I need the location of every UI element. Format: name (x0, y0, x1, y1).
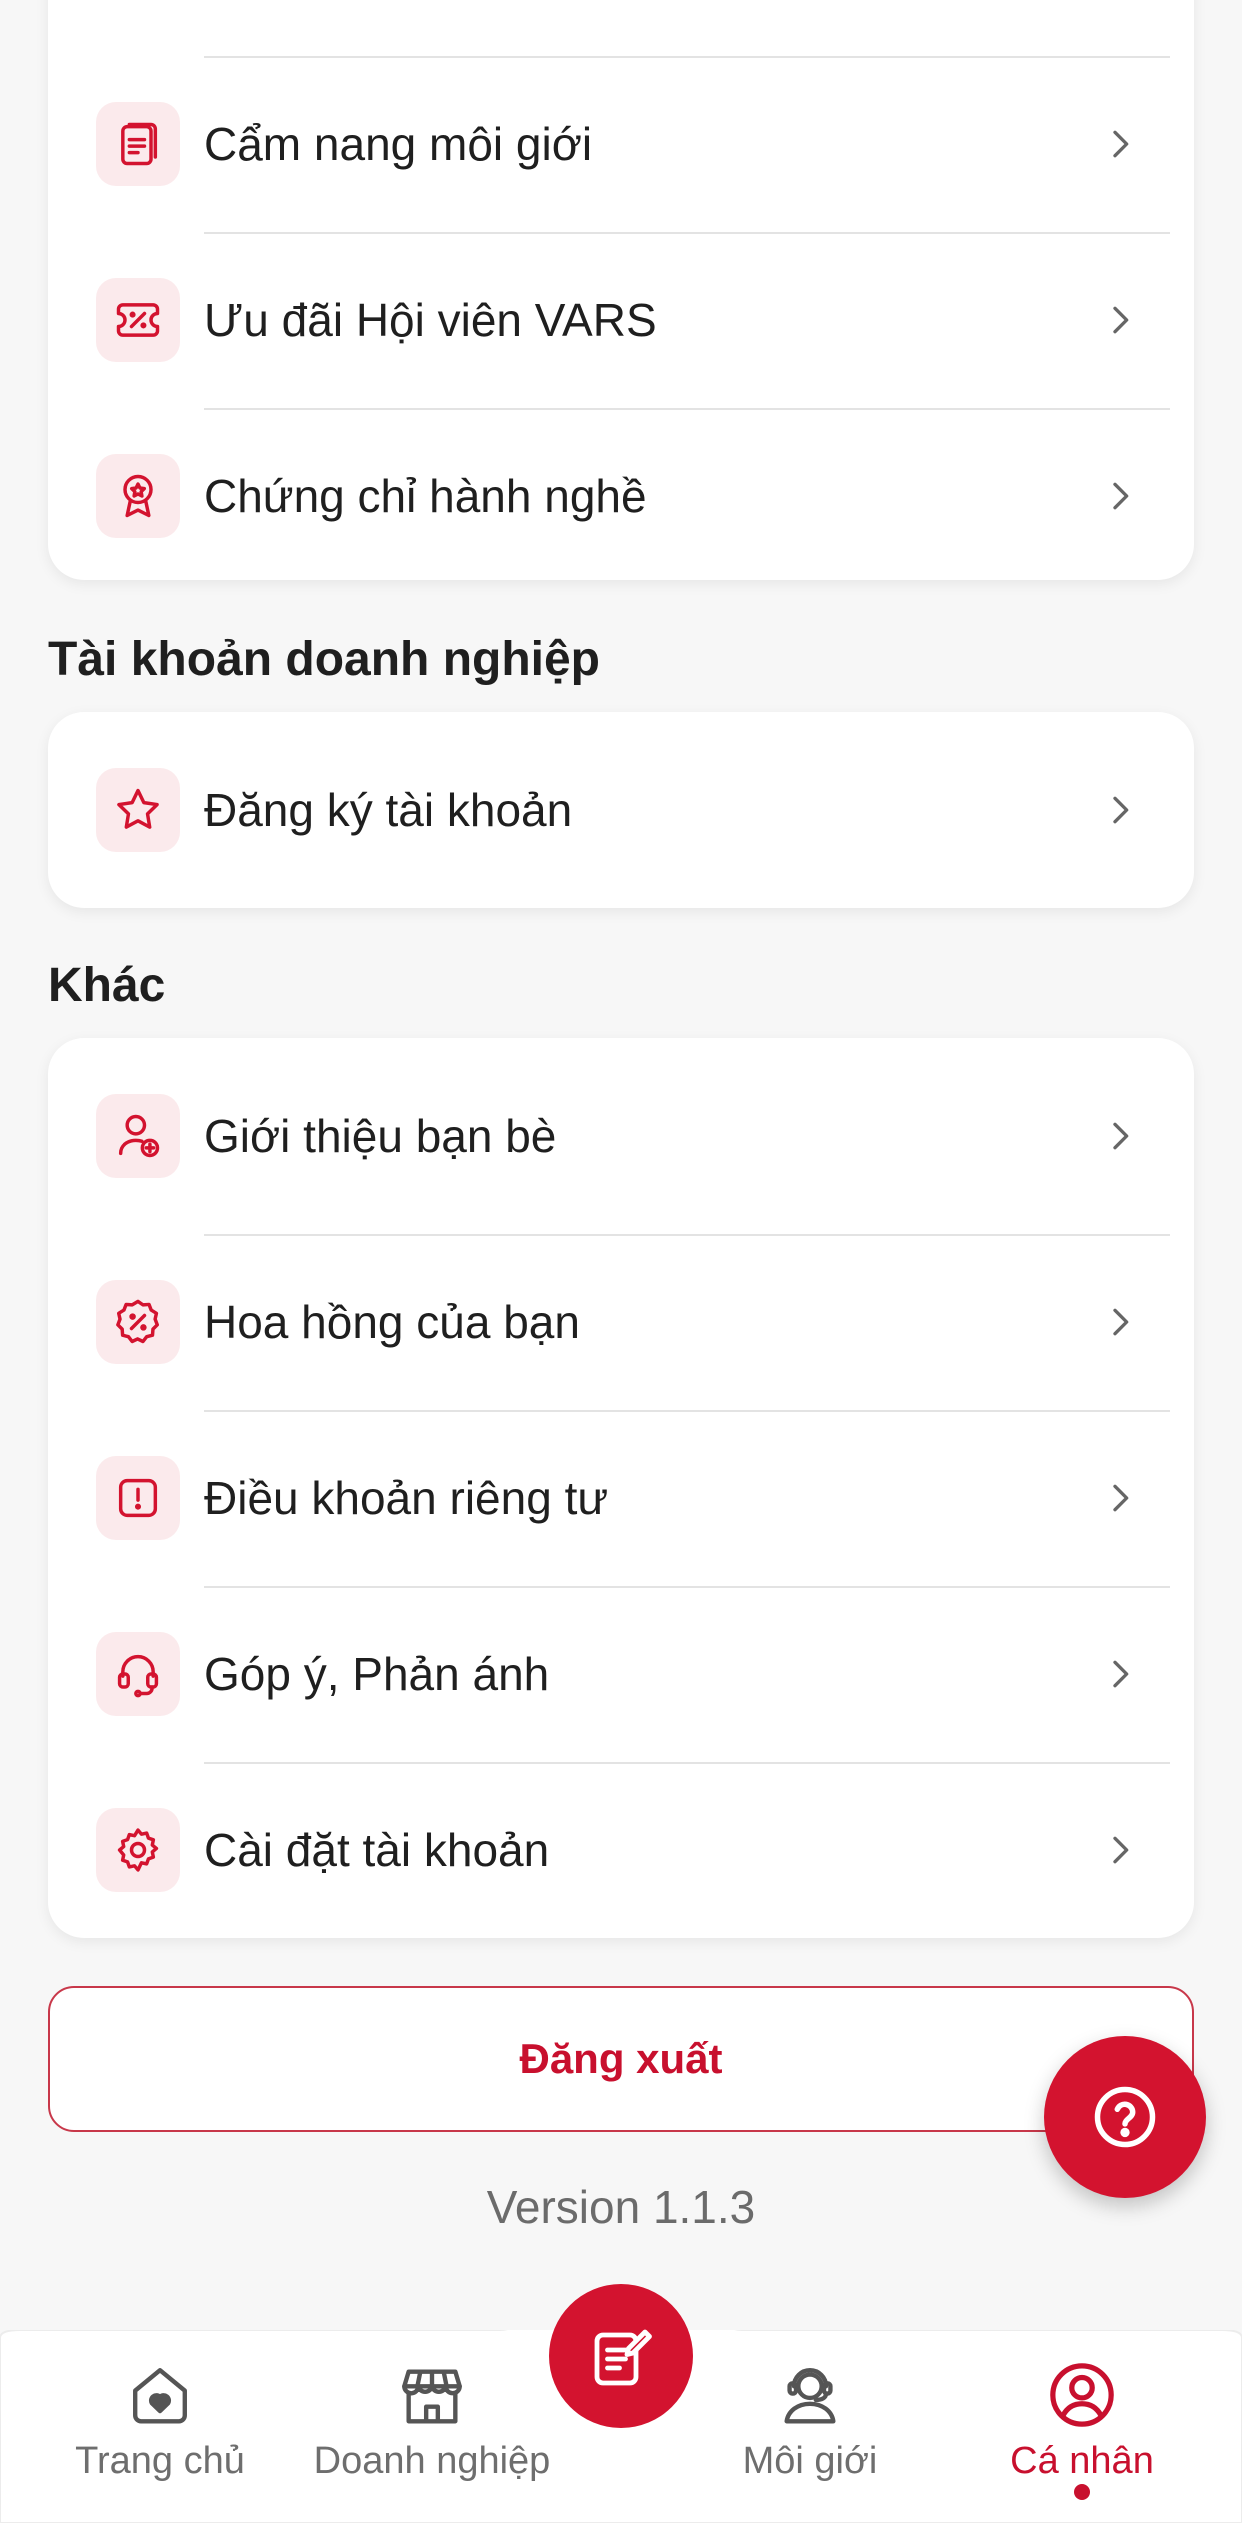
menu-item-account-settings[interactable]: Cài đặt tài khoản (48, 1762, 1194, 1938)
menu-item-register-account[interactable]: Đăng ký tài khoản (48, 722, 1194, 898)
nav-item-profile[interactable]: Cá nhân (952, 2360, 1212, 2483)
chevron-right-icon (1100, 124, 1140, 164)
business-menu-card: Đăng ký tài khoản (48, 712, 1194, 908)
divider (204, 1586, 1170, 1588)
nav-item-broker[interactable]: Môi giới (680, 2360, 940, 2483)
menu-item-label: Cài đặt tài khoản (204, 1824, 550, 1876)
chevron-right-icon (1100, 476, 1140, 516)
chevron-right-icon (1100, 1116, 1140, 1156)
profile-icon (1047, 2360, 1117, 2430)
logout-button[interactable]: Đăng xuất (48, 1986, 1194, 2132)
nav-item-home[interactable]: Trang chủ (30, 2360, 290, 2483)
home-heart-icon (125, 2360, 195, 2430)
edit-document-icon (594, 2329, 652, 2386)
nav-item-business[interactable]: Doanh nghiệp (302, 2360, 562, 2483)
nav-item-label: Trang chủ (75, 2440, 245, 2482)
nav-item-label: Doanh nghiệp (313, 2440, 551, 2482)
divider (204, 1762, 1170, 1764)
commission-icon (96, 1280, 180, 1364)
menu-item-certificate[interactable]: Chứng chỉ hành nghề (48, 408, 1194, 580)
section-title-other: Khác (48, 959, 166, 1012)
nav-item-label: Cá nhân (1010, 2440, 1154, 2482)
menu-item-label: Chứng chỉ hành nghề (204, 470, 647, 522)
chevron-right-icon (1100, 1654, 1140, 1694)
divider (204, 232, 1170, 234)
store-icon (397, 2360, 467, 2430)
chevron-right-icon (1100, 1830, 1140, 1870)
menu-item-label: Ưu đãi Hội viên VARS (204, 294, 657, 346)
version-text: Version 1.1.3 (486, 2181, 756, 2233)
gear-icon (96, 1808, 180, 1892)
divider (204, 408, 1170, 410)
chevron-right-icon (1100, 1478, 1140, 1518)
menu-item-privacy-terms[interactable]: Điều khoản riêng tư (48, 1410, 1194, 1586)
create-post-button[interactable] (549, 2284, 693, 2428)
section-title-business: Tài khoản doanh nghiệp (48, 633, 600, 686)
question-icon (1094, 2086, 1156, 2148)
broker-icon (775, 2360, 845, 2430)
headset-icon (96, 1632, 180, 1716)
menu-item-vars-offers[interactable]: Ưu đãi Hội viên VARS (48, 232, 1194, 408)
menu-item-label: Góp ý, Phản ánh (204, 1648, 550, 1700)
menu-item-refer-friends[interactable]: Giới thiệu bạn bè (48, 1048, 1194, 1224)
other-menu-card: Giới thiệu bạn bè Hoa hồng của bạn Điều … (48, 1038, 1194, 1938)
divider (204, 1410, 1170, 1412)
alert-icon (96, 1456, 180, 1540)
menu-item-label: Giới thiệu bạn bè (204, 1110, 557, 1162)
menu-item-label: Cẩm nang môi giới (204, 118, 593, 170)
top-menu-card: Cẩm nang môi giới Ưu đãi Hội viên VARS C… (48, 0, 1194, 580)
chevron-right-icon (1100, 790, 1140, 830)
nav-item-label: Môi giới (742, 2440, 878, 2482)
add-user-icon (96, 1094, 180, 1178)
help-button[interactable] (1044, 2036, 1206, 2198)
menu-item-feedback[interactable]: Góp ý, Phản ánh (48, 1586, 1194, 1762)
active-tab-indicator (1074, 2484, 1090, 2500)
divider (204, 1234, 1170, 1236)
chevron-right-icon (1100, 1302, 1140, 1342)
certificate-icon (96, 454, 180, 538)
handbook-icon (96, 102, 180, 186)
divider (204, 56, 1170, 58)
menu-item-label: Hoa hồng của bạn (204, 1296, 580, 1348)
menu-item-label: Điều khoản riêng tư (204, 1472, 609, 1524)
menu-item-handbook[interactable]: Cẩm nang môi giới (48, 56, 1194, 232)
menu-item-label: Đăng ký tài khoản (204, 784, 573, 836)
voucher-icon (96, 278, 180, 362)
menu-item-commission[interactable]: Hoa hồng của bạn (48, 1234, 1194, 1410)
star-icon (96, 768, 180, 852)
chevron-right-icon (1100, 300, 1140, 340)
